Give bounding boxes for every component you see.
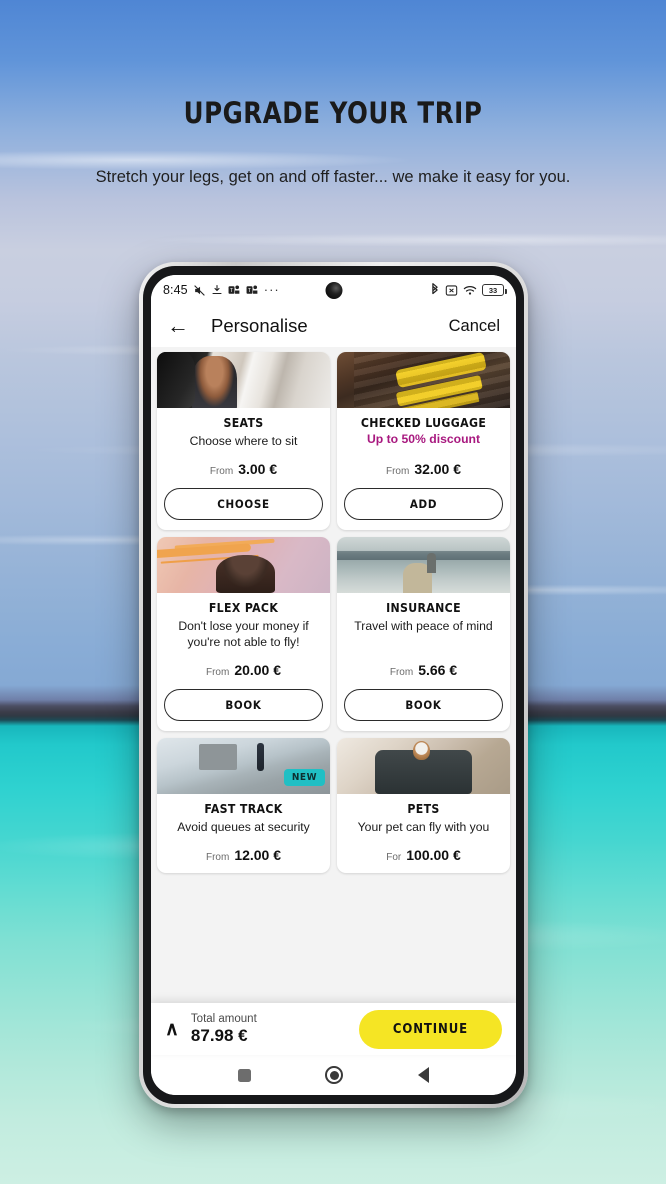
battery-level: 33 — [488, 285, 498, 295]
back-triangle-icon[interactable] — [417, 1067, 429, 1083]
card-title: PETS — [407, 802, 440, 817]
price-prefix: From — [205, 852, 230, 864]
card-price: From 3.00 € — [210, 449, 277, 477]
card-fast-track[interactable]: NEW FAST TRACK Avoid queues at security … — [157, 738, 330, 874]
card-title: SEATS — [223, 416, 264, 430]
fast-track-thumbnail-image: NEW — [157, 738, 330, 795]
card-row: NEW FAST TRACK Avoid queues at security … — [157, 738, 510, 874]
card-body: PETS Your pet can fly with you For 100.0… — [337, 794, 510, 873]
seats-thumbnail-image — [157, 352, 330, 408]
card-subtitle: Choose where to sit — [189, 434, 298, 448]
price-prefix: From — [385, 466, 410, 478]
wifi-icon — [463, 284, 477, 296]
price-amount: 5.66 € — [418, 662, 458, 679]
price-prefix: For — [386, 852, 402, 864]
card-price: From 5.66 € — [390, 650, 457, 678]
price-amount: 20.00 € — [234, 662, 282, 679]
bluetooth-icon — [430, 283, 440, 297]
total-label: Total amount — [190, 1012, 257, 1025]
card-insurance[interactable]: INSURANCE Travel with peace of mind From… — [337, 537, 510, 732]
recents-square-icon[interactable] — [238, 1068, 252, 1082]
luggage-thumbnail-image — [337, 352, 510, 408]
teams-icon: T — [228, 284, 241, 296]
page-subtitle: Stretch your legs, get on and off faster… — [95, 168, 571, 186]
price-amount: 12.00 € — [234, 847, 282, 864]
add-button[interactable]: ADD — [344, 488, 503, 521]
card-subtitle: Avoid queues at security — [177, 820, 310, 835]
card-title: INSURANCE — [386, 601, 461, 616]
card-body: FLEX PACK Don't lose your money if you'r… — [157, 593, 330, 731]
card-promo: Up to 50% discount — [366, 432, 481, 446]
card-body: CHECKED LUGGAGE Up to 50% discount From … — [337, 408, 510, 530]
card-flex-pack[interactable]: FLEX PACK Don't lose your money if you'r… — [157, 537, 330, 732]
price-amount: 32.00 € — [414, 461, 462, 478]
price-prefix: From — [389, 667, 414, 679]
status-bar-left: 8:45 T T ··· — [163, 283, 280, 297]
android-nav-bar — [151, 1055, 516, 1095]
card-body: INSURANCE Travel with peace of mind From… — [337, 593, 510, 731]
card-seats[interactable]: SEATS Choose where to sit From 3.00 € CH… — [157, 352, 330, 531]
sim-x-icon — [445, 284, 458, 297]
app-bar: ← Personalise Cancel — [151, 305, 516, 347]
card-checked-luggage[interactable]: CHECKED LUGGAGE Up to 50% discount From … — [337, 352, 510, 531]
chevron-up-icon[interactable]: ∧ — [165, 1020, 179, 1039]
continue-button[interactable]: CONTINUE — [358, 1009, 502, 1049]
price-prefix: From — [205, 667, 230, 679]
status-bar-right: 33 — [430, 275, 507, 305]
card-pets[interactable]: PETS Your pet can fly with you For 100.0… — [337, 738, 510, 874]
choose-button[interactable]: CHOOSE — [164, 488, 323, 521]
book-button[interactable]: BOOK — [344, 689, 503, 722]
card-price: From 12.00 € — [206, 835, 281, 863]
card-subtitle: Your pet can fly with you — [357, 820, 490, 835]
book-button[interactable]: BOOK — [164, 689, 323, 722]
status-bar: 8:45 T T ··· 33 — [151, 275, 516, 305]
cancel-button[interactable]: Cancel — [449, 317, 500, 336]
teams-icon: T — [246, 284, 259, 296]
card-price: From 32.00 € — [386, 449, 461, 477]
home-circle-icon[interactable] — [325, 1066, 344, 1084]
battery-icon: 33 — [482, 284, 507, 296]
pets-thumbnail-image — [337, 738, 510, 795]
phone-screen: 8:45 T T ··· 33 ← Personalise Cancel SEA… — [151, 275, 516, 1095]
ancillaries-list[interactable]: SEATS Choose where to sit From 3.00 € CH… — [151, 347, 516, 1003]
price-amount: 100.00 € — [406, 847, 461, 864]
more-dots-icon: ··· — [263, 282, 280, 297]
screen-title: Personalise — [211, 315, 308, 336]
download-icon — [211, 284, 223, 296]
total-amount: 87.98 € — [190, 1025, 248, 1045]
phone-mockup: 8:45 T T ··· 33 ← Personalise Cancel SEA… — [139, 262, 528, 1108]
total-block: Total amount 87.98 € — [191, 1013, 257, 1046]
card-price: For 100.00 € — [386, 835, 461, 863]
flex-pack-thumbnail-image — [157, 537, 330, 594]
card-row: FLEX PACK Don't lose your money if you'r… — [157, 537, 510, 732]
insurance-thumbnail-image — [337, 537, 510, 594]
hero-block: UPGRADE YOUR TRIP Stretch your legs, get… — [0, 96, 666, 187]
price-amount: 3.00 € — [238, 461, 278, 478]
card-price: From 20.00 € — [206, 650, 281, 678]
total-bar: ∧ Total amount 87.98 € CONTINUE — [151, 1003, 516, 1055]
price-prefix: From — [209, 466, 234, 478]
card-subtitle: Travel with peace of mind — [354, 619, 493, 634]
status-time: 8:45 — [163, 283, 188, 297]
card-title: FAST TRACK — [204, 802, 283, 817]
camera-punch-hole — [325, 282, 342, 299]
card-title: FLEX PACK — [208, 601, 279, 616]
card-body: FAST TRACK Avoid queues at security From… — [157, 794, 330, 873]
back-arrow-icon[interactable]: ← — [167, 315, 189, 337]
card-subtitle: Don't lose your money if you're not able… — [178, 619, 309, 650]
mute-icon — [193, 284, 206, 297]
card-body: SEATS Choose where to sit From 3.00 € CH… — [157, 408, 330, 530]
new-badge: NEW — [283, 769, 325, 787]
phone-bezel: 8:45 T T ··· 33 ← Personalise Cancel SEA… — [143, 266, 524, 1104]
card-row: SEATS Choose where to sit From 3.00 € CH… — [157, 352, 510, 531]
page-title: UPGRADE YOUR TRIP — [183, 96, 483, 130]
card-title: CHECKED LUGGAGE — [360, 416, 487, 430]
